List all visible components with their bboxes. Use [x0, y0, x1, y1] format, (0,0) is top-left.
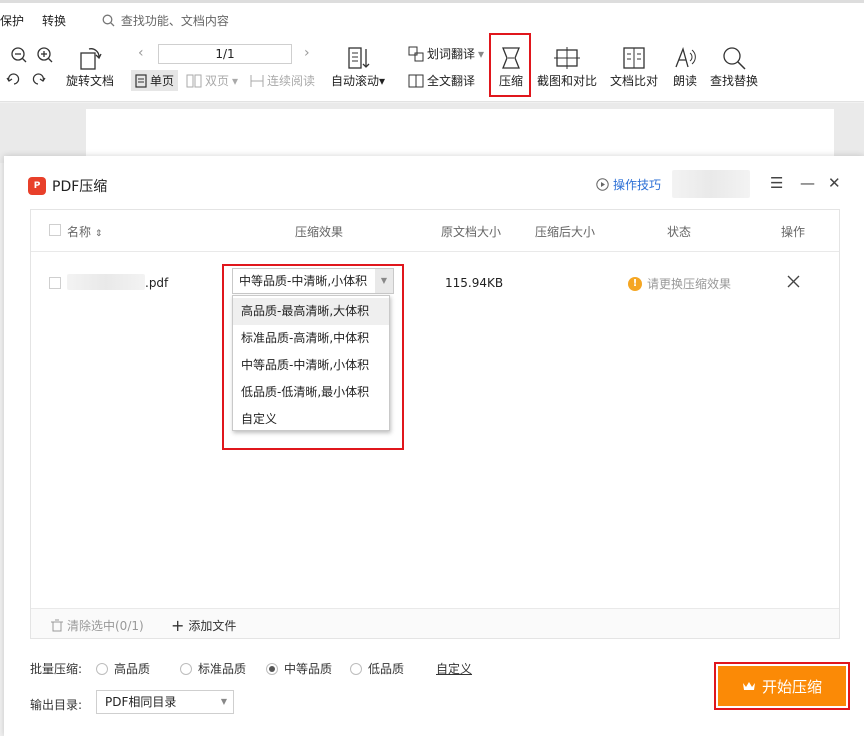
full-translate-button[interactable]: 全文翻译 — [408, 72, 475, 89]
screenshot-compare-icon — [554, 47, 580, 69]
play-circle-icon — [596, 178, 609, 191]
read-aloud-button[interactable]: 朗读 — [670, 44, 700, 89]
minimize-icon[interactable]: — — [800, 174, 815, 192]
menu-protect[interactable]: 保护 — [0, 12, 24, 29]
dropdown-highlight-box — [222, 264, 404, 450]
plus-icon: + — [171, 615, 185, 635]
col-original-size: 原文档大小 — [441, 225, 502, 239]
search-box[interactable]: 查找功能、文档内容 — [102, 12, 229, 29]
col-name[interactable]: 名称 ⇕ — [67, 223, 102, 240]
continuous-read-icon — [250, 74, 264, 87]
menu-bar: 保护 转换 查找功能、文档内容 — [0, 0, 864, 36]
dialog-title-text: PDF压缩 — [52, 179, 108, 195]
auto-scroll-icon — [348, 47, 370, 69]
table-row: .pdf 115.94KB ! 请更换压缩效果 — [31, 252, 839, 322]
double-page-button[interactable]: 双页 ▾ — [186, 72, 238, 89]
word-translate-button[interactable]: 划词翻译 ▾ — [408, 45, 484, 62]
continuous-read-button[interactable]: 连续阅读 — [250, 72, 315, 89]
table-footer: 清除选中(0/1) + 添加文件 — [31, 608, 839, 638]
warning-icon: ! — [628, 276, 642, 291]
select-all-checkbox[interactable] — [49, 223, 61, 237]
menu-icon[interactable]: ☰ — [770, 174, 783, 192]
rotate-doc-button[interactable]: 旋转文档 — [64, 44, 116, 89]
rotate-right-icon[interactable] — [30, 72, 46, 86]
account-info — [672, 170, 750, 198]
chevron-down-icon: ▼ — [220, 697, 227, 706]
prev-page-icon[interactable]: ‹ — [138, 45, 144, 61]
find-replace-label: 查找替换 — [709, 74, 758, 88]
original-size: 115.94KB — [445, 276, 504, 290]
document-area — [0, 103, 864, 169]
close-icon[interactable]: ✕ — [828, 174, 841, 192]
doc-compare-label: 文档比对 — [609, 74, 658, 88]
full-translate-icon — [408, 74, 424, 87]
rotate-doc-label: 旋转文档 — [65, 74, 114, 88]
read-aloud-icon — [675, 46, 696, 68]
col-compress-effect: 压缩效果 — [295, 225, 344, 239]
doc-compare-icon — [623, 47, 645, 69]
compress-highlight-box — [489, 33, 531, 97]
row-checkbox[interactable] — [49, 276, 61, 290]
table-header: 名称 ⇕ 压缩效果 原文档大小 压缩后大小 状态 操作 — [31, 210, 839, 252]
translate-icon — [408, 46, 424, 61]
col-status: 状态 — [667, 225, 692, 239]
search-placeholder: 查找功能、文档内容 — [120, 14, 229, 28]
add-file-button[interactable]: + 添加文件 — [171, 617, 236, 634]
pdf-logo-icon: P — [28, 177, 46, 195]
file-table: 名称 ⇕ 压缩效果 原文档大小 压缩后大小 状态 操作 .pdf 115.94K… — [30, 209, 840, 639]
batch-radio-low[interactable]: 低品质 — [350, 660, 404, 677]
menu-convert[interactable]: 转换 — [42, 12, 66, 29]
single-page-label: 单页 — [150, 74, 175, 88]
screenshot-compare-label: 截图和对比 — [536, 74, 597, 88]
col-compressed-size: 压缩后大小 — [535, 225, 596, 239]
single-page-button[interactable]: 单页 — [131, 70, 179, 91]
pdf-compress-dialog: P PDF压缩 操作技巧 ☰ — ✕ 名称 ⇕ 压缩效果 原文档大小 压缩后大小… — [4, 156, 864, 736]
filename: .pdf — [145, 276, 169, 290]
search-icon — [102, 14, 115, 27]
auto-scroll-label: 自动滚动 — [330, 74, 379, 88]
remove-file-icon[interactable] — [787, 275, 800, 288]
word-translate-label: 划词翻译 — [427, 47, 476, 61]
col-action: 操作 — [781, 225, 806, 239]
output-dir-label: 输出目录: — [30, 698, 83, 712]
rotate-left-icon[interactable] — [6, 72, 22, 86]
next-page-icon[interactable]: › — [304, 45, 310, 61]
screenshot-compare-button[interactable]: 截图和对比 — [536, 44, 598, 89]
batch-radio-high[interactable]: 高品质 — [96, 660, 150, 677]
batch-label: 批量压缩: — [30, 662, 83, 676]
continuous-read-label: 连续阅读 — [267, 74, 316, 88]
find-replace-button[interactable]: 查找替换 — [708, 44, 760, 89]
toolbar: 旋转文档 ‹ 1/1 › 单页 双页 ▾ 连续阅读 自动滚动▾ 划词翻译 ▾ 全文翻… — [0, 33, 864, 102]
zoom-in-icon[interactable] — [36, 46, 54, 64]
clear-selected-button[interactable]: 清除选中(0/1) — [51, 617, 144, 634]
single-page-icon — [135, 73, 147, 88]
page-number-input[interactable]: 1/1 — [158, 44, 292, 64]
batch-radio-medium[interactable]: 中等品质 — [266, 660, 332, 677]
dialog-title: P PDF压缩 — [28, 176, 107, 196]
output-dir-select[interactable]: PDF相同目录 ▼ — [96, 690, 234, 714]
top-rule — [0, 0, 864, 3]
doc-compare-button[interactable]: 文档比对 — [608, 44, 660, 89]
tips-link[interactable]: 操作技巧 — [596, 176, 661, 193]
batch-radio-standard[interactable]: 标准品质 — [180, 660, 246, 677]
double-page-label: 双页 — [205, 74, 230, 88]
start-highlight-box — [714, 662, 850, 710]
custom-link[interactable]: 自定义 — [436, 660, 472, 677]
rotate-doc-icon — [80, 48, 102, 70]
zoom-out-icon[interactable] — [10, 46, 28, 64]
find-replace-icon — [723, 47, 746, 70]
auto-scroll-button[interactable]: 自动滚动▾ — [328, 44, 388, 89]
tips-label: 操作技巧 — [613, 178, 662, 192]
trash-icon — [51, 619, 63, 632]
double-page-icon — [186, 74, 202, 87]
read-aloud-label: 朗读 — [672, 74, 697, 88]
status-text: ! 请更换压缩效果 — [628, 275, 731, 292]
full-translate-label: 全文翻译 — [427, 74, 476, 88]
filename-redacted — [67, 274, 145, 290]
